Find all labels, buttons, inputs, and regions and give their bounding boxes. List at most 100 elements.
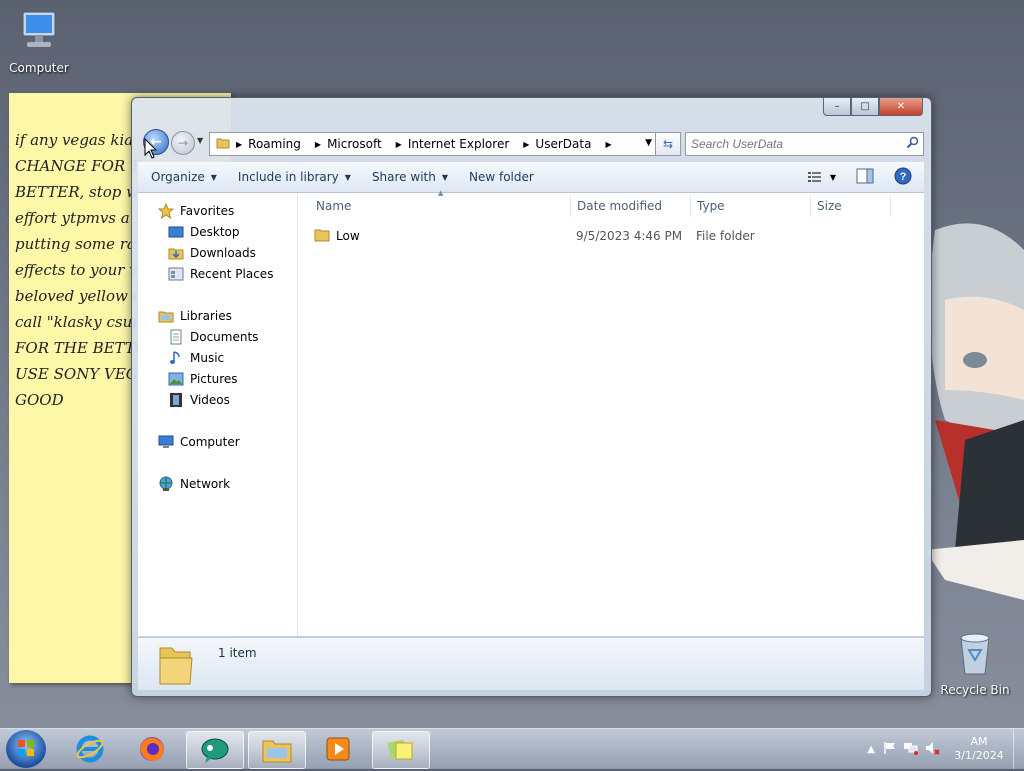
videos-icon: [168, 392, 184, 408]
system-clock[interactable]: AM 3/1/2024: [949, 735, 1009, 763]
taskbar-app-paint[interactable]: [186, 731, 244, 769]
breadcrumb-item[interactable]: ▶ Roaming: [236, 137, 301, 151]
column-label: Size: [817, 199, 842, 213]
new-folder-button[interactable]: New folder: [469, 170, 534, 184]
nav-recent-places[interactable]: Recent Places: [168, 266, 273, 282]
pictures-icon: [168, 371, 184, 387]
refresh-button[interactable]: ⇆: [655, 132, 681, 156]
volume-muted-icon[interactable]: [925, 741, 941, 758]
nav-label: Libraries: [180, 309, 232, 323]
column-label: Type: [697, 199, 725, 213]
taskbar-sticky-notes[interactable]: [372, 731, 430, 769]
column-header-type[interactable]: Type: [697, 193, 807, 219]
details-view-icon: [807, 172, 821, 182]
search-input[interactable]: [689, 133, 898, 155]
chevron-down-icon: ▼: [210, 172, 217, 182]
nav-label: Recent Places: [190, 267, 274, 281]
breadcrumb-item[interactable]: ▶ Microsoft: [315, 137, 382, 151]
nav-label: Network: [180, 477, 231, 491]
breadcrumb-item[interactable]: ▶ UserData: [523, 137, 591, 151]
breadcrumb-label: Internet Explorer: [407, 137, 510, 151]
change-view-button[interactable]: ▼: [807, 170, 836, 184]
help-button[interactable]: ?: [894, 167, 912, 188]
chevron-down-icon: ▼: [829, 172, 836, 182]
mouse-cursor-icon: [144, 137, 158, 163]
column-divider[interactable]: [890, 195, 891, 217]
preview-pane-button[interactable]: [856, 168, 874, 187]
desktop-icon: [168, 224, 184, 240]
breadcrumb-subfolders[interactable]: ▶: [605, 140, 617, 149]
chevron-right-icon: ▶: [523, 139, 530, 149]
computer-icon: [4, 8, 74, 57]
desktop-icon-computer[interactable]: Computer: [4, 8, 74, 75]
nav-music[interactable]: Music: [168, 350, 224, 366]
nav-documents[interactable]: Documents: [168, 329, 258, 345]
new-folder-label: New folder: [469, 170, 534, 184]
network-status-icon[interactable]: [903, 741, 919, 758]
breadcrumb-label: Microsoft: [327, 137, 382, 151]
column-label: Name: [316, 199, 352, 213]
nav-label: Music: [190, 351, 225, 365]
column-header-date-modified[interactable]: Date modified: [577, 193, 687, 219]
nav-downloads[interactable]: Downloads: [168, 245, 256, 261]
minimize-button[interactable]: –: [823, 98, 851, 116]
breadcrumb-item[interactable]: ▶ Internet Explorer: [396, 137, 510, 151]
taskbar-windows-explorer[interactable]: [248, 731, 306, 769]
search-icon[interactable]: [906, 136, 919, 152]
taskbar-firefox[interactable]: [124, 731, 180, 767]
share-with-label: Share with: [371, 170, 436, 184]
address-bar[interactable]: ▶ Roaming ▶ Microsoft ▶ Internet Explorer ▶…: [209, 132, 657, 156]
chevron-right-icon: ▶: [395, 139, 402, 149]
taskbar-internet-explorer[interactable]: [62, 731, 118, 767]
organize-button[interactable]: Organize ▼: [151, 170, 217, 184]
details-pane: 1 item: [138, 637, 924, 690]
address-dropdown[interactable]: ▼: [645, 138, 652, 148]
clock-time: AM: [970, 735, 988, 748]
show-desktop-button[interactable]: [1013, 729, 1024, 769]
file-row[interactable]: Low 9/5/2023 4:46 PM File folder: [314, 227, 914, 247]
share-with-button[interactable]: Share with ▼: [372, 170, 448, 184]
file-name: Low: [336, 229, 360, 243]
folder-icon: [216, 136, 230, 153]
column-header-size[interactable]: Size: [817, 193, 887, 219]
nav-pictures[interactable]: Pictures: [168, 371, 238, 387]
file-type: File folder: [696, 229, 755, 243]
nav-label: Downloads: [190, 246, 256, 260]
close-button[interactable]: ✕: [879, 98, 923, 116]
action-center-flag-icon[interactable]: [883, 741, 897, 758]
column-divider[interactable]: [570, 195, 571, 217]
arrow-right-icon: →: [177, 136, 189, 150]
recent-pages-dropdown[interactable]: ▼: [197, 136, 203, 145]
forward-button[interactable]: →: [171, 131, 195, 155]
documents-icon: [168, 329, 184, 345]
breadcrumb-label: UserData: [535, 137, 592, 151]
breadcrumb-label: Roaming: [248, 137, 301, 151]
nav-network[interactable]: Network: [158, 476, 230, 492]
navigation-pane[interactable]: Favorites Desktop Downloads Recent Place…: [138, 193, 298, 636]
search-box[interactable]: [685, 132, 924, 156]
nav-videos[interactable]: Videos: [168, 392, 230, 408]
maximize-button[interactable]: □: [851, 98, 879, 116]
nav-desktop[interactable]: Desktop: [168, 224, 240, 240]
include-in-library-label: Include in library: [237, 170, 339, 184]
computer-icon: [158, 434, 174, 450]
column-divider[interactable]: [690, 195, 691, 217]
column-divider[interactable]: [810, 195, 811, 217]
column-header-name[interactable]: Name: [316, 193, 569, 219]
chevron-down-icon: ▼: [344, 172, 351, 182]
notification-area: ▲ AM 3/1/2024: [867, 729, 1024, 769]
show-hidden-icons-button[interactable]: ▲: [867, 744, 875, 755]
nav-label: Computer: [180, 435, 240, 449]
nav-computer[interactable]: Computer: [158, 434, 240, 450]
sticky-notes-icon: [387, 739, 413, 760]
nav-libraries[interactable]: Libraries: [158, 308, 232, 324]
content-area: Favorites Desktop Downloads Recent Place…: [138, 189, 924, 636]
folder-large-icon: [156, 644, 196, 689]
column-label: Date modified: [577, 199, 663, 213]
command-bar: Organize ▼ Include in library ▼ Share with…: [138, 162, 924, 193]
file-list[interactable]: ▲ Name Date modified Type Size Low 9/5/2…: [298, 189, 924, 636]
taskbar-media-player[interactable]: [310, 731, 366, 767]
include-in-library-button[interactable]: Include in library ▼: [238, 170, 351, 184]
nav-favorites[interactable]: Favorites: [157, 202, 234, 220]
start-button[interactable]: [6, 730, 46, 768]
